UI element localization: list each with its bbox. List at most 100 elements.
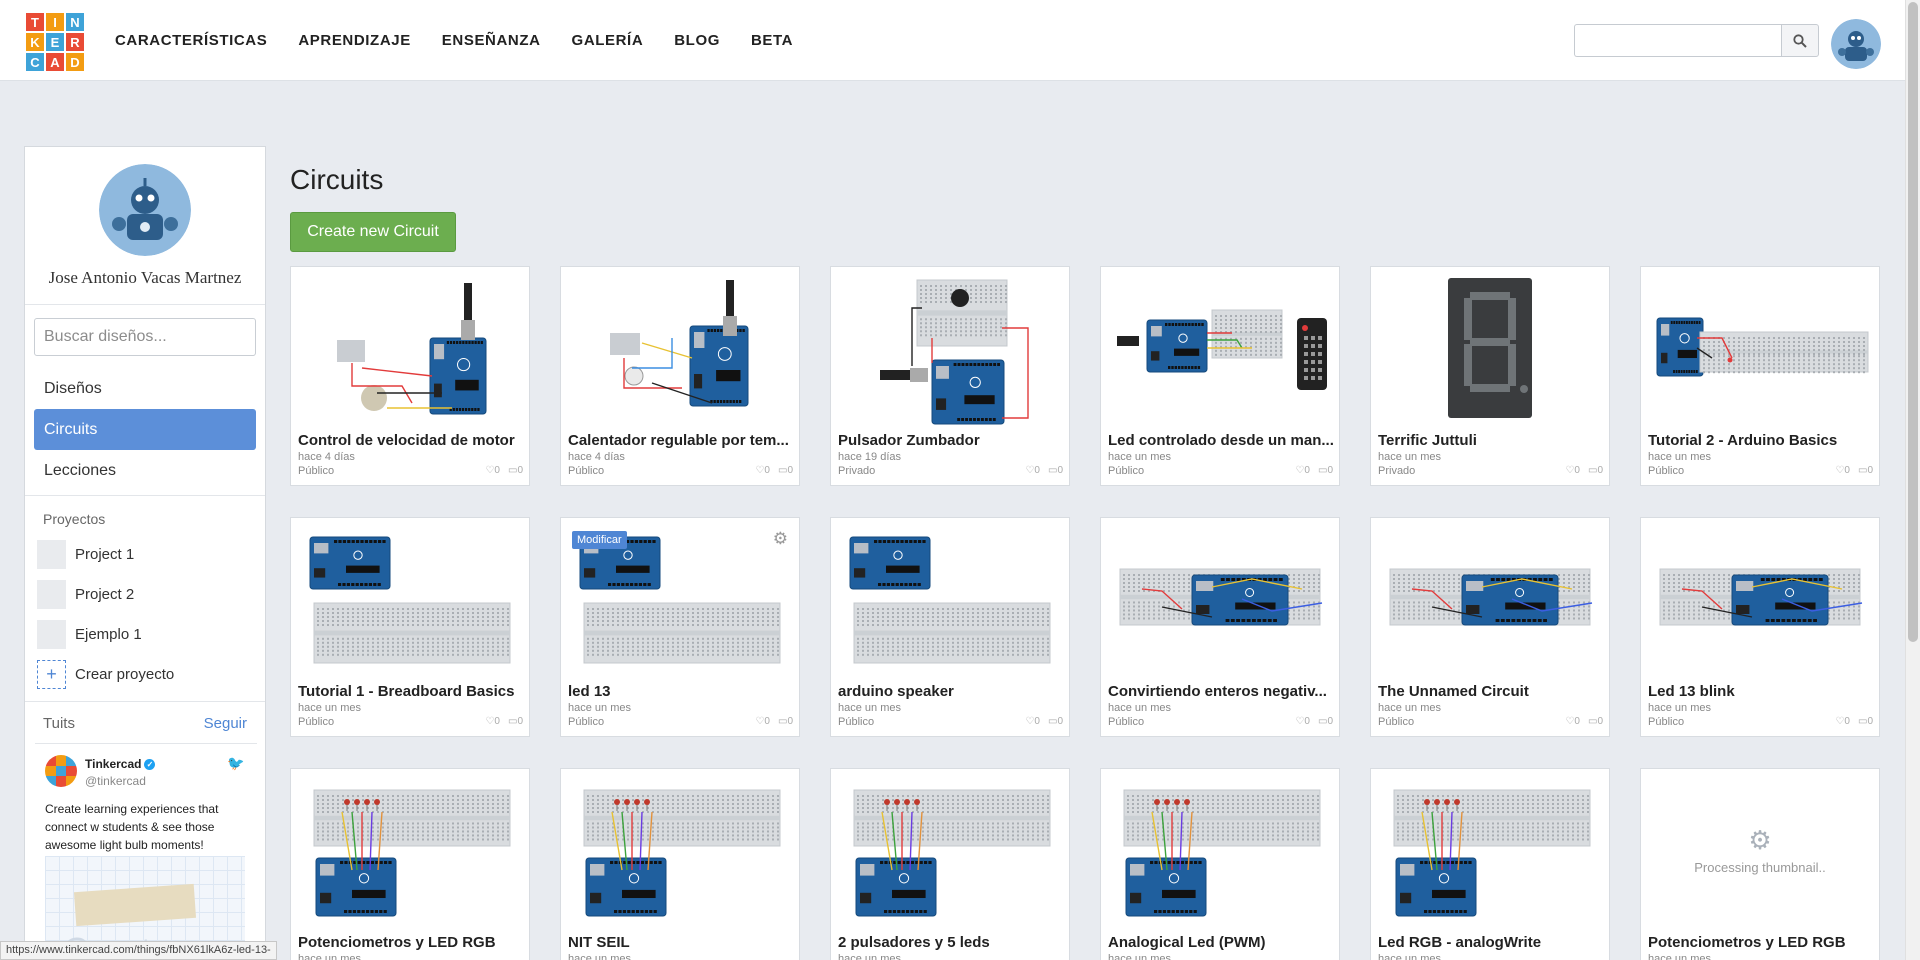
circuit-card[interactable]: Tutorial 1 - Breadboard Basics hace un me… — [290, 517, 530, 737]
nav-link[interactable]: GALERÍA — [572, 32, 644, 49]
likes[interactable]: ♡0 — [485, 465, 500, 476]
circuit-thumbnail[interactable] — [1642, 268, 1878, 428]
tweet[interactable]: Tinkercad ✓ @tinkercad 🐦 Create learning … — [35, 743, 257, 959]
circuit-thumbnail[interactable] — [1642, 519, 1878, 679]
circuit-thumbnail[interactable] — [292, 519, 528, 679]
sidebar-item-diseos[interactable]: Diseños — [34, 368, 256, 409]
sidebar-item-lecciones[interactable]: Lecciones — [34, 450, 256, 491]
circuit-title[interactable]: Led controlado desde un man... — [1108, 432, 1336, 449]
comments[interactable]: ▭0 — [508, 716, 523, 727]
circuit-card[interactable]: Led 13 blink hace un mes Público ♡0 ▭0 — [1640, 517, 1880, 737]
circuit-card[interactable]: Modificar ⚙ led 13 hace un mes Público ♡0 ▭0 — [560, 517, 800, 737]
likes[interactable]: ♡0 — [1835, 716, 1850, 727]
gear-icon[interactable]: ⚙ — [773, 529, 788, 549]
nav-link[interactable]: APRENDIZAJE — [298, 32, 410, 49]
follow-link[interactable]: Seguir — [204, 715, 247, 732]
circuit-title[interactable]: Calentador regulable por tem... — [568, 432, 796, 449]
circuit-thumbnail[interactable] — [292, 770, 528, 930]
circuit-title[interactable]: Led RGB - analogWrite — [1378, 934, 1606, 951]
page-scrollbar[interactable] — [1905, 0, 1920, 960]
comments[interactable]: ▭0 — [778, 465, 793, 476]
circuit-thumbnail[interactable] — [1102, 519, 1338, 679]
circuit-title[interactable]: Pulsador Zumbador — [838, 432, 1066, 449]
circuit-title[interactable]: arduino speaker — [838, 683, 1066, 700]
circuit-title[interactable]: NIT SEIL — [568, 934, 796, 951]
likes[interactable]: ♡0 — [1025, 716, 1040, 727]
comments[interactable]: ▭0 — [1588, 716, 1603, 727]
circuit-title[interactable]: Led 13 blink — [1648, 683, 1876, 700]
likes[interactable]: ♡0 — [755, 465, 770, 476]
circuit-card[interactable]: Convirtiendo enteros negativ... hace un m… — [1100, 517, 1340, 737]
comments[interactable]: ▭0 — [1858, 465, 1873, 476]
tinkercad-logo[interactable]: TINKERCAD — [25, 12, 85, 72]
comments[interactable]: ▭0 — [778, 716, 793, 727]
circuit-title[interactable]: Convirtiendo enteros negativ... — [1108, 683, 1336, 700]
nav-link[interactable]: BETA — [751, 32, 793, 49]
likes[interactable]: ♡0 — [755, 716, 770, 727]
circuit-thumbnail[interactable] — [1102, 268, 1338, 428]
circuit-card[interactable]: Terrific Juttuli hace un mes Privado ♡0 ▭0 — [1370, 266, 1610, 486]
likes[interactable]: ♡0 — [1295, 716, 1310, 727]
profile-avatar[interactable] — [99, 164, 191, 256]
circuit-card[interactable]: Pulsador Zumbador hace 19 días Privado ♡0 ▭0 — [830, 266, 1070, 486]
comments[interactable]: ▭0 — [1048, 465, 1063, 476]
circuit-card[interactable]: Led RGB - analogWritehace un mesPúblico♡… — [1370, 768, 1610, 960]
circuit-title[interactable]: Analogical Led (PWM) — [1108, 934, 1336, 951]
circuit-card[interactable]: Analogical Led (PWM)hace un mesPúblico♡0… — [1100, 768, 1340, 960]
circuit-title[interactable]: The Unnamed Circuit — [1378, 683, 1606, 700]
modify-button[interactable]: Modificar — [572, 531, 627, 549]
circuit-thumbnail[interactable] — [1102, 770, 1338, 930]
comments[interactable]: ▭0 — [1318, 716, 1333, 727]
circuit-title[interactable]: Tutorial 2 - Arduino Basics — [1648, 432, 1876, 449]
design-search-input[interactable] — [34, 318, 256, 356]
project-item[interactable]: Project 2 — [37, 579, 134, 609]
circuit-title[interactable]: led 13 — [568, 683, 796, 700]
sidebar-item-circuits[interactable]: Circuits — [34, 409, 256, 450]
nav-link[interactable]: CARACTERÍSTICAS — [115, 32, 267, 49]
likes[interactable]: ♡0 — [1025, 465, 1040, 476]
site-search-input[interactable] — [1574, 24, 1782, 57]
circuit-title[interactable]: Control de velocidad de motor — [298, 432, 526, 449]
circuit-thumbnail[interactable] — [832, 519, 1068, 679]
create-circuit-button[interactable]: Create new Circuit — [290, 212, 456, 252]
circuit-card[interactable]: 2 pulsadores y 5 ledshace un mesPúblico♡… — [830, 768, 1070, 960]
user-avatar[interactable] — [1831, 19, 1881, 69]
circuit-thumbnail[interactable] — [292, 268, 528, 428]
circuit-card[interactable]: Tutorial 2 - Arduino Basics hace un mes Pú… — [1640, 266, 1880, 486]
nav-link[interactable]: ENSEÑANZA — [442, 32, 541, 49]
comments[interactable]: ▭0 — [1048, 716, 1063, 727]
circuit-card[interactable]: NIT SEILhace un mesPúblico♡0▭0 — [560, 768, 800, 960]
circuit-card[interactable]: Calentador regulable por tem... hace 4 dí… — [560, 266, 800, 486]
circuit-thumbnail[interactable] — [832, 268, 1068, 428]
circuit-title[interactable]: 2 pulsadores y 5 leds — [838, 934, 1066, 951]
circuit-card[interactable]: Led controlado desde un man... hace un me… — [1100, 266, 1340, 486]
circuit-thumbnail[interactable] — [562, 268, 798, 428]
circuit-card[interactable]: The Unnamed Circuit hace un mes Público ♡0 ▭… — [1370, 517, 1610, 737]
create-project-button[interactable]: + Crear proyecto — [37, 659, 174, 689]
circuit-title[interactable]: Potenciometros y LED RGB — [1648, 934, 1876, 951]
comments[interactable]: ▭0 — [1858, 716, 1873, 727]
circuit-card[interactable]: ⚙ Processing thumbnail.. Potenciometros y … — [1640, 768, 1880, 960]
comments[interactable]: ▭0 — [1318, 465, 1333, 476]
likes[interactable]: ♡0 — [1295, 465, 1310, 476]
likes[interactable]: ♡0 — [1565, 716, 1580, 727]
circuit-card[interactable]: Control de velocidad de motor hace 4 días… — [290, 266, 530, 486]
circuit-thumbnail[interactable] — [562, 770, 798, 930]
circuit-thumbnail[interactable] — [1372, 519, 1608, 679]
circuit-thumbnail[interactable] — [832, 770, 1068, 930]
comments[interactable]: ▭0 — [1588, 465, 1603, 476]
likes[interactable]: ♡0 — [1565, 465, 1580, 476]
circuit-thumbnail[interactable] — [1372, 770, 1608, 930]
circuit-title[interactable]: Tutorial 1 - Breadboard Basics — [298, 683, 526, 700]
circuit-title[interactable]: Potenciometros y LED RGB — [298, 934, 526, 951]
project-item[interactable]: Ejemplo 1 — [37, 619, 142, 649]
circuit-thumbnail[interactable]: ⚙ Processing thumbnail.. — [1642, 770, 1878, 930]
comments[interactable]: ▭0 — [508, 465, 523, 476]
nav-link[interactable]: BLOG — [674, 32, 720, 49]
likes[interactable]: ♡0 — [485, 716, 500, 727]
site-search-button[interactable] — [1781, 24, 1819, 57]
circuit-card[interactable]: arduino speaker hace un mes Público ♡0 ▭0 — [830, 517, 1070, 737]
circuit-thumbnail[interactable] — [1372, 268, 1608, 428]
likes[interactable]: ♡0 — [1835, 465, 1850, 476]
project-item[interactable]: Project 1 — [37, 539, 134, 569]
